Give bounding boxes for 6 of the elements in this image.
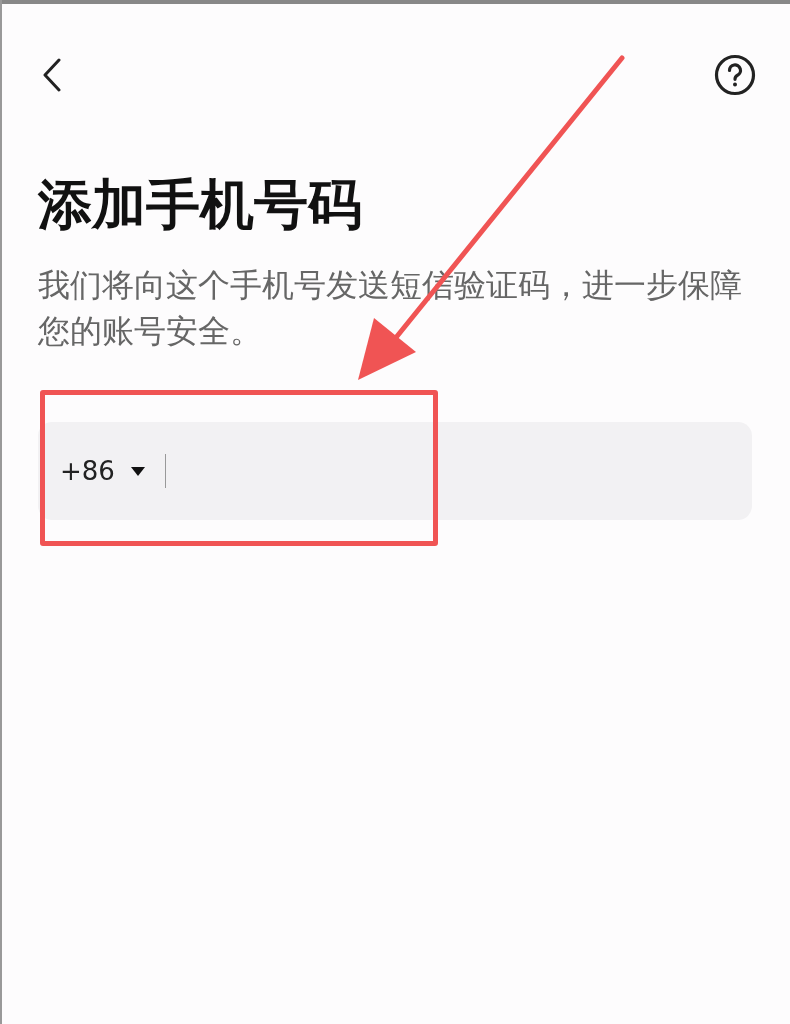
phone-input-field[interactable]: +86 (38, 422, 752, 520)
help-icon[interactable] (714, 54, 756, 96)
country-code-dropdown[interactable]: +86 (60, 456, 145, 486)
back-icon[interactable] (42, 58, 62, 92)
caret-icon (130, 466, 145, 476)
page-title: 添加手机号码 (38, 173, 363, 237)
